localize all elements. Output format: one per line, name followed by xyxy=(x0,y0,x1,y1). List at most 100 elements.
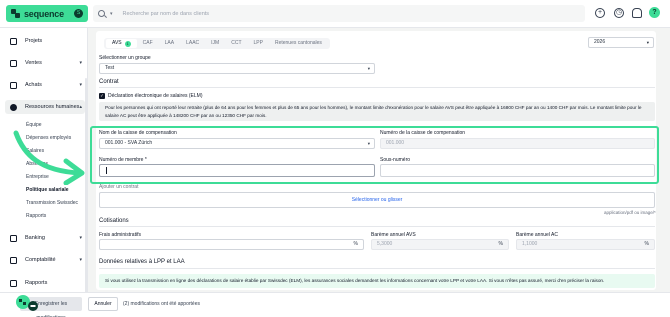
sidebar-item-label: Comptabilité xyxy=(25,257,56,263)
help-button[interactable]: ? xyxy=(649,7,660,18)
lpp-info-box: Si vous utilisez la transmission en lign… xyxy=(99,274,655,288)
chevron-down-icon: ▾ xyxy=(646,40,649,45)
caisse-nom-select[interactable]: 001.000 - SVA Zürich ▾ xyxy=(99,138,375,149)
chevron-up-icon: ▴ xyxy=(79,104,82,110)
tab-cct[interactable]: CCT xyxy=(225,39,247,48)
sidebar-item-label: Ventes xyxy=(25,60,42,66)
search-input[interactable]: Recherche par nom de dans clients xyxy=(123,11,210,17)
sous-numero-label: Sous-numéro xyxy=(380,157,411,163)
bareme-ac-label: Barème annuel AC xyxy=(516,232,558,238)
chevron-down-icon: ▾ xyxy=(79,257,82,263)
sidebar-item-banking[interactable]: Banking ▾ xyxy=(10,232,82,244)
chat-widget-icon[interactable] xyxy=(14,293,40,313)
ajouter-contrat-label: Ajouter un contrat xyxy=(99,184,139,190)
clock-icon[interactable]: ◷ xyxy=(614,8,624,18)
group-value: Test xyxy=(105,65,115,71)
sidebar-subitem-transmission[interactable]: Transmission Swissdec xyxy=(26,200,78,206)
caisse-num-label: Numéro de la caisse de compensation xyxy=(380,130,466,136)
tab-laa[interactable]: LAA xyxy=(159,39,180,48)
frais-input[interactable]: % xyxy=(99,239,364,250)
sidebar-item-label: Rapports xyxy=(25,280,48,286)
sidebar-item-label: Achats xyxy=(25,82,42,88)
sidebar-item-label: Ressources humaines xyxy=(25,104,80,110)
info-box: Pour les personnes qui ont reporté leur … xyxy=(99,102,655,121)
tab-badge: 1 xyxy=(124,40,131,47)
sous-numero-input[interactable] xyxy=(380,164,655,177)
sidebar-item-rapports[interactable]: Rapports xyxy=(10,277,82,289)
tab-ijm[interactable]: IJM xyxy=(205,39,225,48)
bareme-avs-label: Barème annuel AVS xyxy=(371,232,416,238)
elm-checkbox[interactable]: ✓ xyxy=(99,93,105,99)
contrat-title: Contrat xyxy=(99,79,119,85)
bank-icon xyxy=(10,234,17,242)
tab-label: AVS xyxy=(112,40,122,46)
annotation-arrow xyxy=(13,130,85,185)
group-select[interactable]: Test ▾ xyxy=(99,63,375,74)
bell-icon[interactable] xyxy=(632,8,642,18)
membre-input[interactable] xyxy=(99,164,375,177)
cancel-button[interactable]: Annuler xyxy=(88,297,118,311)
tab-avs[interactable]: AVS 1 xyxy=(106,39,137,48)
chevron-down-icon: ▾ xyxy=(79,235,82,241)
upload-hint: application/pdf ou image/* xyxy=(604,210,656,215)
sidebar-item-projets[interactable]: Projets xyxy=(10,35,82,47)
year-select[interactable]: 2026 ▾ xyxy=(588,37,654,48)
tab-retenues-cantonales[interactable]: Retenues cantonales xyxy=(269,39,328,48)
logo-mark-icon xyxy=(11,9,20,18)
brand-badge: S xyxy=(74,9,83,18)
caisse-nom-value: 001.000 - SVA Zürich xyxy=(105,140,153,146)
divider xyxy=(99,87,655,88)
year-value: 2026 xyxy=(594,39,606,45)
caisse-num-field: 001.000 xyxy=(380,138,655,149)
cart-icon xyxy=(10,81,17,89)
chevron-down-icon[interactable]: ▾ xyxy=(110,11,113,17)
brand-logo[interactable]: sequence S xyxy=(6,5,88,22)
chart-icon xyxy=(10,279,17,287)
percent-suffix: % xyxy=(498,241,503,247)
divider xyxy=(99,268,655,269)
brand-name: sequence xyxy=(24,8,64,19)
frais-label: Frais administratifs xyxy=(99,232,141,238)
divider xyxy=(99,226,655,227)
bottom-action-bar: Enregistrer les modifications Annuler (2… xyxy=(0,292,670,317)
top-bar: sequence S ▾ Recherche par nom de dans c… xyxy=(0,0,670,28)
caisse-nom-label: Nom de la caisse de compensation xyxy=(99,130,177,136)
chevron-down-icon: ▾ xyxy=(79,60,82,66)
sidebar-item-ressources-humaines[interactable]: Ressources humaines ▴ xyxy=(10,101,82,113)
bareme-avs-field: 5,3000 % xyxy=(371,239,509,250)
lpp-title: Données relatives à LPP et LAA xyxy=(99,259,185,265)
tab-bar: AVS 1 CAF LAA LAAC IJM CCT LPP Retenues … xyxy=(104,38,330,49)
tab-lpp[interactable]: LPP xyxy=(248,39,269,48)
search-icon xyxy=(98,10,105,17)
tab-caf[interactable]: CAF xyxy=(137,39,159,48)
sidebar-scrollbar[interactable] xyxy=(85,78,87,308)
checklist-icon xyxy=(10,37,17,45)
upload-dropzone[interactable]: Sélectionner ou glisser xyxy=(99,192,655,208)
add-circle-icon[interactable]: + xyxy=(595,8,605,18)
percent-suffix: % xyxy=(644,241,649,247)
search-bar[interactable]: ▾ Recherche par nom de dans clients xyxy=(93,5,585,22)
membre-label: Numéro de membre * xyxy=(99,157,147,163)
chevron-down-icon: ▾ xyxy=(79,82,82,88)
group-label: Sélectionner un groupe xyxy=(99,55,151,61)
chevron-down-icon: ▾ xyxy=(367,66,370,71)
sidebar-item-label: Projets xyxy=(25,38,43,44)
modifications-status: (2) modifications ont été apportées xyxy=(123,301,200,307)
person-icon xyxy=(10,103,17,111)
tab-laac[interactable]: LAAC xyxy=(180,39,205,48)
calculator-icon xyxy=(10,256,17,264)
bareme-ac-value: 1,1000 xyxy=(522,241,538,247)
bareme-ac-field: 1,1000 % xyxy=(516,239,655,250)
sidebar-subitem-rapports[interactable]: Rapports xyxy=(26,213,46,219)
bareme-avs-value: 5,3000 xyxy=(377,241,393,247)
cotisations-title: Cotisations xyxy=(99,218,129,224)
sidebar-item-achats[interactable]: Achats ▾ xyxy=(10,79,82,91)
sales-icon xyxy=(10,59,17,67)
sidebar-item-comptabilite[interactable]: Comptabilité ▾ xyxy=(10,254,82,266)
elm-label: Déclaration électronique de salaires (EL… xyxy=(108,93,203,99)
sidebar-item-label: Banking xyxy=(25,235,45,241)
sidebar-subitem-politique-salariale[interactable]: Politique salariale xyxy=(26,187,69,193)
percent-suffix: % xyxy=(353,241,358,247)
chevron-down-icon: ▾ xyxy=(367,141,370,146)
sidebar-item-ventes[interactable]: Ventes ▾ xyxy=(10,57,82,69)
